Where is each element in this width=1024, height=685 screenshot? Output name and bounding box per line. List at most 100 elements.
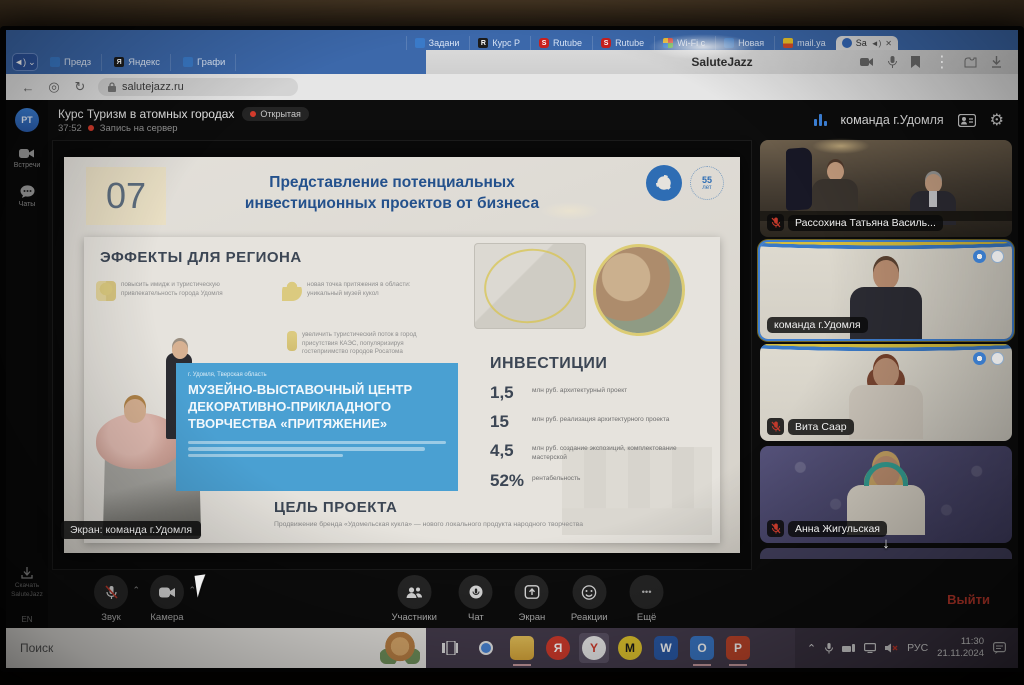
meetings-camera-icon <box>19 148 35 159</box>
participant-name: Анна Жигульская <box>788 521 887 537</box>
chevron-up-icon[interactable]: ⌃ <box>188 585 196 596</box>
effects-heading: ЭФФЕКТЫ ДЛЯ РЕГИОНА <box>100 249 302 266</box>
tab-audio-icon[interactable]: ◄) <box>871 39 882 48</box>
rosatom-logo-small <box>973 352 986 365</box>
app-left-rail: РТ Встречи Чаты Скачать SaluteJazz EN <box>6 100 48 628</box>
windows-taskbar: Поиск Я Y M W O P ⌃ РУС <box>6 628 1018 668</box>
tab-yandex[interactable]: ЯЯндекс <box>104 54 171 71</box>
tab-new[interactable]: Новая <box>715 36 772 50</box>
map-pin-icon <box>282 281 302 301</box>
extensions-icon[interactable] <box>964 57 977 68</box>
tab-rutube-1[interactable]: SRutube <box>530 36 590 50</box>
button-label: Участники <box>392 612 437 623</box>
tourist-icon <box>287 331 297 351</box>
user-avatar[interactable]: РТ <box>15 108 39 132</box>
yandex-icon[interactable]: Я <box>546 636 570 660</box>
tab-salutejazz-active[interactable]: Sa ◄) ✕ <box>836 36 898 50</box>
tab-predz[interactable]: Предз <box>40 54 102 71</box>
salutejazz-favicon <box>842 38 852 48</box>
participants-panel: Рассохина Татьяна Василь... команда г.Уд… <box>760 140 1012 570</box>
tab-label: Предз <box>64 57 91 68</box>
camera-permission-icon[interactable] <box>860 57 874 67</box>
yandex-browser-icon[interactable]: Y <box>582 636 606 660</box>
tray-language[interactable]: РУС <box>907 642 928 654</box>
tab-label: mail.ya <box>797 38 826 48</box>
doll-head <box>124 399 146 423</box>
powerpoint-icon[interactable]: P <box>726 636 750 660</box>
notifications-icon[interactable] <box>993 642 1006 654</box>
tray-mic-icon[interactable] <box>825 643 833 654</box>
contacts-icon[interactable] <box>958 114 976 127</box>
sound-button[interactable]: ⌃ Звук <box>94 575 128 623</box>
rail-download-app[interactable]: Скачать SaluteJazz <box>6 567 48 599</box>
tile-logos <box>973 352 1004 365</box>
rmat-logo-small <box>991 250 1004 263</box>
chat-button[interactable]: Чат <box>459 575 493 623</box>
miro-icon[interactable]: M <box>618 636 642 660</box>
reload-icon[interactable]: ↻ <box>72 79 88 95</box>
tab-label: Графи <box>197 57 225 68</box>
search-highlight-image[interactable] <box>380 632 420 664</box>
outlook-icon[interactable]: O <box>690 636 714 660</box>
tab-mail[interactable]: mail.ya <box>774 36 834 50</box>
tray-display-icon[interactable] <box>864 643 876 653</box>
participant-tile-rassokhina[interactable]: Рассохина Татьяна Василь... <box>760 140 1012 237</box>
tab-favicon <box>183 57 193 67</box>
participant-tile-anna[interactable]: Анна Жигульская <box>760 446 1012 543</box>
tray-device-icon[interactable] <box>842 644 855 653</box>
bookmark-icon[interactable] <box>911 56 920 68</box>
download-icon[interactable] <box>991 56 1002 68</box>
tray-volume-muted-icon[interactable] <box>885 643 898 653</box>
tab-rutube-2[interactable]: SRutube <box>592 36 652 50</box>
browser-sidebar-speaker-button[interactable]: ◄)⌄ <box>12 53 38 71</box>
yandex-browser-active-highlight[interactable]: Y <box>579 633 609 663</box>
rail-item-meetings[interactable]: Встречи <box>14 148 41 169</box>
download-app-icon <box>21 567 33 579</box>
mail-icon <box>783 38 793 48</box>
chevron-up-icon[interactable]: ⌃ <box>132 585 140 596</box>
system-tray: ⌃ РУС 11:30 21.11.2024 <box>795 628 1018 668</box>
file-explorer-icon[interactable] <box>510 636 534 660</box>
monitor-screen: Задани RКурс Р SRutube SRutube Wi-Fi с Н… <box>0 26 1024 672</box>
scroll-more-arrow-icon[interactable]: ↓ <box>882 535 890 552</box>
tab-label: Задани <box>429 38 460 48</box>
salutejazz-app: РТ Встречи Чаты Скачать SaluteJazz EN <box>6 100 1018 628</box>
more-button[interactable]: ••• Ещё <box>630 575 664 623</box>
profile-circle-icon[interactable]: ◎ <box>46 79 62 95</box>
tab-grafi[interactable]: Графи <box>173 54 236 71</box>
url-field[interactable]: salutejazz.ru <box>98 78 298 96</box>
tray-chevron-icon[interactable]: ⌃ <box>807 642 816 655</box>
screen-share-icon <box>524 585 539 599</box>
chrome-icon[interactable] <box>474 636 498 660</box>
participant-tile-vita[interactable]: Вита Саар <box>760 344 1012 441</box>
participants-button[interactable]: Участники <box>392 575 437 623</box>
rail-item-chats[interactable]: Чаты <box>19 185 36 208</box>
reactions-button[interactable]: Реакции <box>571 575 608 623</box>
settings-gear-icon[interactable]: ⚙ <box>990 110 1004 130</box>
taskbar-search-field[interactable]: Поиск <box>6 628 426 668</box>
button-label: Экран <box>518 612 545 623</box>
back-icon[interactable]: ← <box>20 80 36 95</box>
presentation-slide: 07 Представление потенциальных инвестици… <box>64 157 740 553</box>
tab-kurs[interactable]: RКурс Р <box>469 36 528 50</box>
person-silhouette <box>812 162 858 213</box>
shared-screen-stage[interactable]: 07 Представление потенциальных инвестици… <box>52 140 752 570</box>
tab-zadani[interactable]: Задани <box>406 36 468 50</box>
mic-permission-icon[interactable] <box>888 56 897 68</box>
menu-dots-icon[interactable]: ⋮ <box>934 52 950 72</box>
tab-close-icon[interactable]: ✕ <box>885 39 892 48</box>
active-speaker-name: команда г.Удомля <box>841 113 944 127</box>
tray-clock[interactable]: 11:30 21.11.2024 <box>937 636 984 661</box>
task-view-icon[interactable] <box>438 636 462 660</box>
participant-name: команда г.Удомля <box>767 317 868 333</box>
camera-button[interactable]: ⌃ Камера <box>150 575 184 623</box>
tab-wifi[interactable]: Wi-Fi с <box>654 36 713 50</box>
effect-item: увеличить туристический поток в город пр… <box>282 331 442 357</box>
search-placeholder: Поиск <box>20 641 53 655</box>
participant-tile-udomlya[interactable]: команда г.Удомля <box>760 242 1012 339</box>
leave-button[interactable]: Выйти <box>937 586 1000 613</box>
more-dots-icon: ••• <box>630 575 664 609</box>
screen-share-button[interactable]: Экран <box>515 575 549 623</box>
word-icon[interactable]: W <box>654 636 678 660</box>
investment-item: 4,5млн руб. создание экспозиций, комплек… <box>490 441 704 462</box>
